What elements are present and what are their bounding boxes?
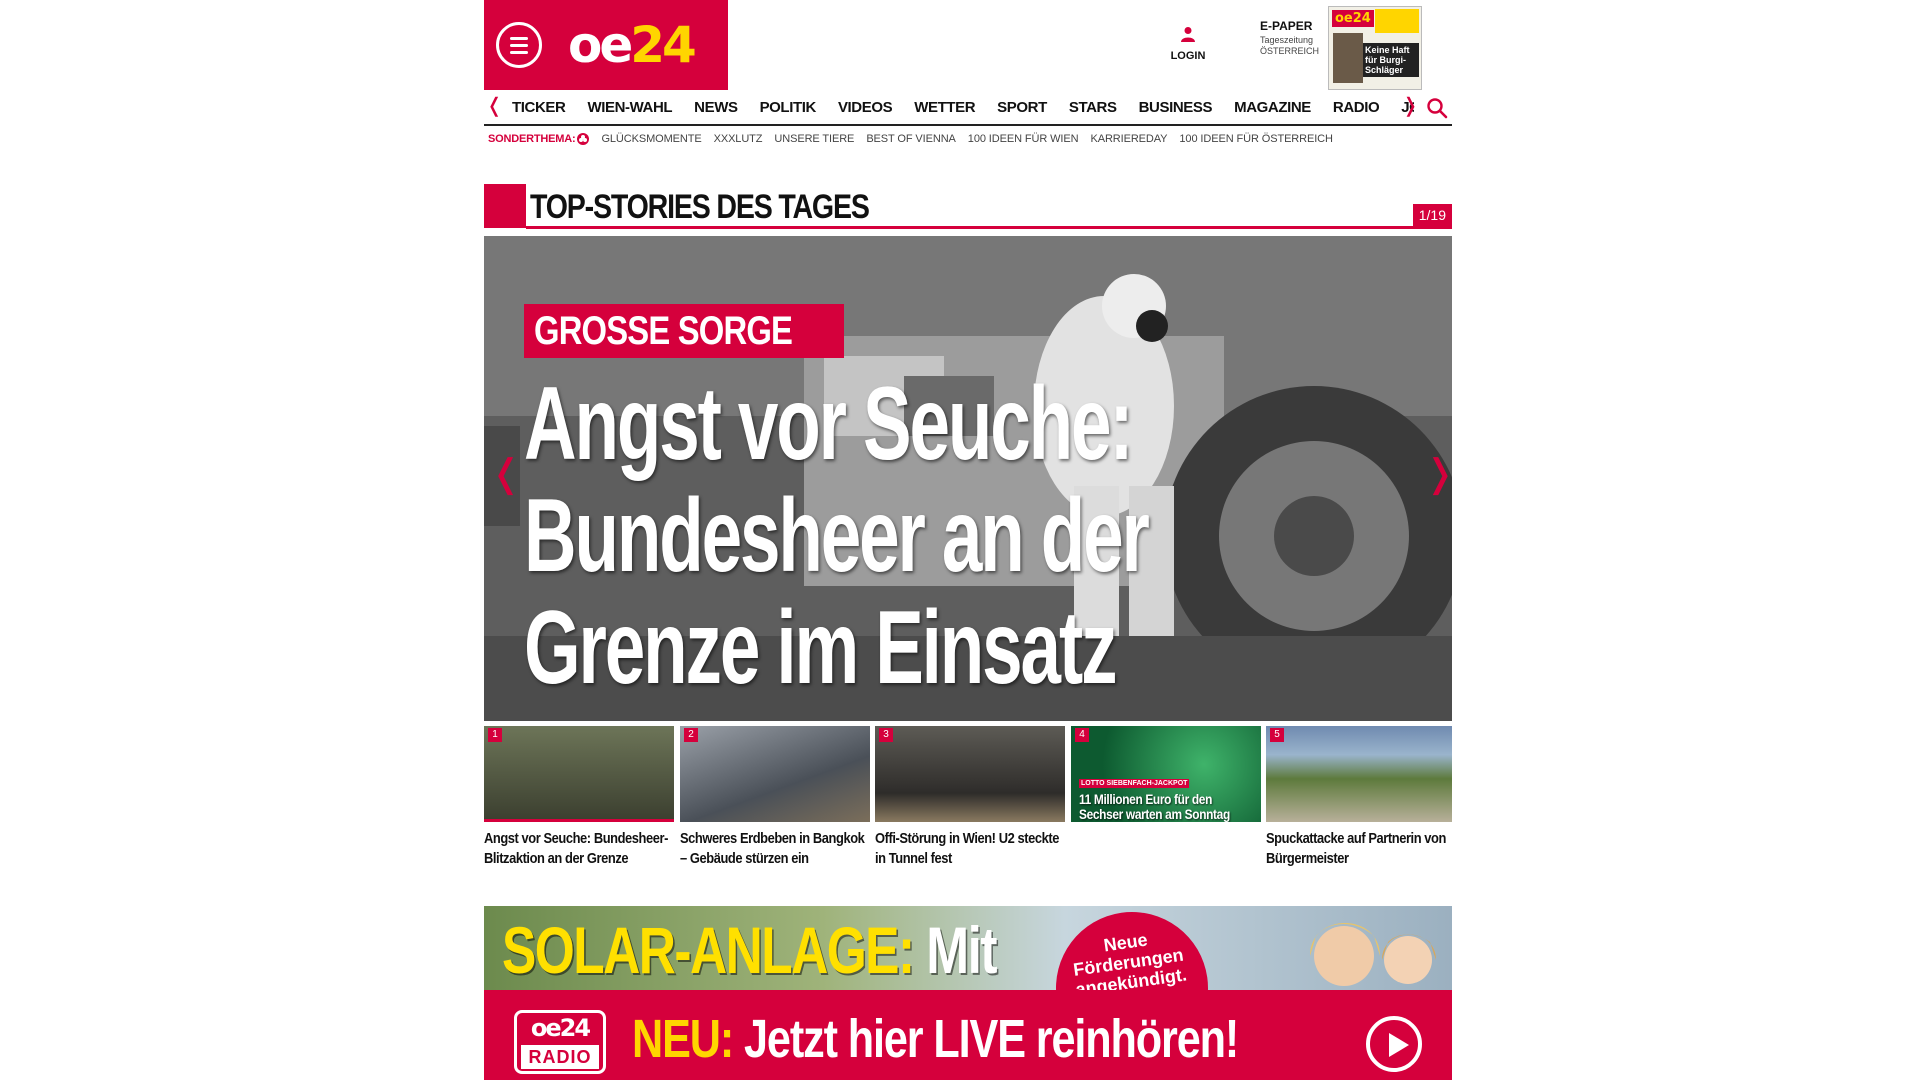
top-stories-heading: TOP-STORIES DES TAGES 1/19 bbox=[484, 184, 1452, 230]
teaser-card[interactable]: 3 Offi-Störung in Wien! U2 steckte in Tu… bbox=[875, 726, 1065, 869]
teaser-card[interactable]: 4 LOTTO SIEBENFACH-JACKPOT 11 Millionen … bbox=[1071, 726, 1261, 829]
section-underline bbox=[526, 226, 1452, 229]
slide-counter: 1/19 bbox=[1412, 204, 1452, 226]
nav-prev-arrow[interactable]: ❬ bbox=[486, 96, 503, 116]
story-teasers: 1 Angst vor Seuche: Bundesheer-Blitzakti… bbox=[484, 726, 1452, 891]
teaser-card[interactable]: 5 Spuckattacke auf Partnerin von Bürgerm… bbox=[1266, 726, 1452, 869]
teaser-image: 2 bbox=[680, 726, 870, 822]
teaser-card[interactable]: 1 Angst vor Seuche: Bundesheer-Blitzakti… bbox=[484, 726, 674, 869]
nav-item-wetter[interactable]: WETTER bbox=[914, 99, 975, 121]
nav-item-news[interactable]: NEWS bbox=[694, 99, 738, 121]
teaser-card[interactable]: 2 Schweres Erdbeben in Bangkok – Gebäude… bbox=[680, 726, 870, 869]
search-icon bbox=[1427, 98, 1448, 119]
teaser-number: 3 bbox=[879, 728, 893, 742]
logo-24: 24 bbox=[630, 16, 697, 74]
page: oe24 LOGIN E-PAPER Tageszeitung ÖSTERREI… bbox=[484, 0, 1452, 1080]
epaper-subtitle: Tageszeitung bbox=[1260, 35, 1314, 46]
subnav-item-100-ideen-oesterreich[interactable]: 100 IDEEN FÜR ÖSTERREICH bbox=[1179, 133, 1333, 145]
radio-logo-bottom: RADIO bbox=[521, 1045, 599, 1069]
login-label: LOGIN bbox=[1170, 50, 1206, 62]
cover-logo: oe24 bbox=[1332, 10, 1374, 27]
menu-icon-bar bbox=[510, 37, 528, 40]
subnav-item-karriereday[interactable]: KARRIEREDAY bbox=[1090, 133, 1167, 145]
teaser-image: 5 bbox=[1266, 726, 1452, 822]
teaser-title: Schweres Erdbeben in Bangkok – Gebäude s… bbox=[680, 830, 865, 867]
nav-items: TICKER WIEN-WAHL NEWS POLITIK VIDEOS WET… bbox=[512, 99, 1414, 121]
teaser-image: 4 LOTTO SIEBENFACH-JACKPOT 11 Millionen … bbox=[1071, 726, 1261, 822]
subnav-item-xxxlutz[interactable]: XXXLUTZ bbox=[714, 133, 763, 145]
sonderthema-bar: SONDERTHEMA: GLÜCKSMOMENTE XXXLUTZ UNSER… bbox=[488, 130, 1333, 148]
nav-item-stars[interactable]: STARS bbox=[1069, 99, 1117, 121]
subnav-item-best-of-vienna[interactable]: BEST OF VIENNA bbox=[866, 133, 956, 145]
section-accent-block bbox=[484, 184, 526, 228]
menu-icon-bar bbox=[510, 51, 528, 54]
ad-headline-rest: Mit bbox=[926, 913, 997, 987]
user-icon bbox=[1181, 27, 1195, 42]
epaper-link[interactable]: E-PAPER Tageszeitung ÖSTERREICH bbox=[1260, 19, 1330, 57]
hero-slide[interactable]: ❬ ❭ GROSSE SORGE Angst vor Seuche: Bunde… bbox=[484, 236, 1452, 721]
site-header: oe24 LOGIN E-PAPER Tageszeitung ÖSTERREI… bbox=[484, 0, 1452, 90]
subnav-item-unsere-tiere[interactable]: UNSERE TIERE bbox=[774, 133, 854, 145]
site-logo[interactable]: oe24 bbox=[568, 16, 697, 74]
radio-cta: NEU: Jetzt hier LIVE reinhören! bbox=[632, 1008, 1239, 1070]
teaser-title: Angst vor Seuche: Bundesheer-Blitzaktion… bbox=[484, 830, 668, 867]
radio-live-banner[interactable]: oe24 RADIO NEU: Jetzt hier LIVE reinhöre… bbox=[484, 990, 1452, 1080]
ad-people-image bbox=[1310, 923, 1436, 986]
nav-item-videos[interactable]: VIDEOS bbox=[838, 99, 893, 121]
teaser-number: 4 bbox=[1075, 728, 1089, 742]
teaser-overlay: LOTTO SIEBENFACH-JACKPOT 11 Millionen Eu… bbox=[1079, 772, 1259, 822]
hero-headline: Angst vor Seuche: Bundesheer an der Gren… bbox=[524, 366, 1150, 706]
teaser-overlay-title: 11 Millionen Euro für den Sechser warten… bbox=[1079, 791, 1230, 822]
hero-next-arrow[interactable]: ❭ bbox=[1424, 454, 1452, 494]
ad-headline-highlight: SOLAR-ANLAGE: bbox=[502, 913, 915, 987]
cover-strip bbox=[1375, 9, 1419, 33]
teaser-title: Offi-Störung in Wien! U2 steckte in Tunn… bbox=[875, 830, 1059, 867]
ad-badge: Neue Förderungen angekündigt. bbox=[1046, 906, 1218, 990]
nav-item-magazine[interactable]: MAGAZINE bbox=[1234, 99, 1311, 121]
nav-item-radio[interactable]: RADIO bbox=[1333, 99, 1380, 121]
epaper-cover-thumbnail[interactable]: oe24 Keine Haft für Burgi-Schläger bbox=[1328, 6, 1422, 90]
login-button[interactable]: LOGIN bbox=[1164, 26, 1212, 64]
nav-item-politik[interactable]: POLITIK bbox=[760, 99, 817, 121]
teaser-overlay-kicker: LOTTO SIEBENFACH-JACKPOT bbox=[1079, 779, 1190, 788]
search-button[interactable] bbox=[1426, 97, 1448, 124]
section-title: TOP-STORIES DES TAGES bbox=[530, 188, 870, 226]
play-icon[interactable] bbox=[1366, 1016, 1422, 1072]
main-navigation: ❬ TICKER WIEN-WAHL NEWS POLITIK VIDEOS W… bbox=[484, 90, 1452, 126]
radio-logo-top: oe24 bbox=[530, 1014, 591, 1042]
teaser-number: 1 bbox=[488, 728, 502, 742]
teaser-number: 2 bbox=[684, 728, 698, 742]
hero-kicker-text: GROSSE SORGE bbox=[534, 309, 793, 353]
radio-cta-neu: NEU: bbox=[632, 1009, 734, 1069]
clover-icon bbox=[577, 133, 590, 145]
hero-kicker: GROSSE SORGE bbox=[524, 304, 844, 358]
radio-cta-text: Jetzt hier LIVE reinhören! bbox=[744, 1009, 1239, 1069]
solar-ad-banner[interactable]: SOLAR-ANLAGE: Mit Neue Förderungen angek… bbox=[484, 906, 1452, 990]
radio-logo: oe24 RADIO bbox=[514, 1010, 606, 1074]
hamburger-menu-button[interactable] bbox=[496, 22, 542, 68]
cover-headline: Keine Haft für Burgi-Schläger bbox=[1363, 43, 1419, 77]
epaper-subtitle-2: ÖSTERREICH bbox=[1260, 46, 1320, 57]
logo-area: oe24 bbox=[484, 0, 728, 90]
cover-photo bbox=[1333, 33, 1363, 83]
subnav-item-gluecksmomente[interactable]: GLÜCKSMOMENTE bbox=[601, 133, 701, 145]
nav-item-ticker[interactable]: TICKER bbox=[512, 99, 566, 121]
ad-headline: SOLAR-ANLAGE: Mit bbox=[502, 912, 998, 988]
teaser-image: 3 bbox=[875, 726, 1065, 822]
nav-item-business[interactable]: BUSINESS bbox=[1139, 99, 1213, 121]
logo-oe: oe bbox=[568, 16, 633, 74]
nav-item-sport[interactable]: SPORT bbox=[997, 99, 1047, 121]
teaser-image: 1 bbox=[484, 726, 674, 822]
teaser-number: 5 bbox=[1270, 728, 1284, 742]
epaper-title: E-PAPER bbox=[1260, 19, 1313, 33]
sonderthema-label: SONDERTHEMA: bbox=[488, 133, 576, 145]
nav-next-arrow[interactable]: ❭ bbox=[1402, 96, 1419, 116]
subnav-item-100-ideen-wien[interactable]: 100 IDEEN FÜR WIEN bbox=[968, 133, 1079, 145]
nav-item-wien-wahl[interactable]: WIEN-WAHL bbox=[587, 99, 672, 121]
hero-prev-arrow[interactable]: ❬ bbox=[490, 454, 522, 494]
teaser-title: Spuckattacke auf Partnerin von Bürgermei… bbox=[1266, 830, 1446, 867]
menu-icon-bar bbox=[510, 44, 528, 47]
